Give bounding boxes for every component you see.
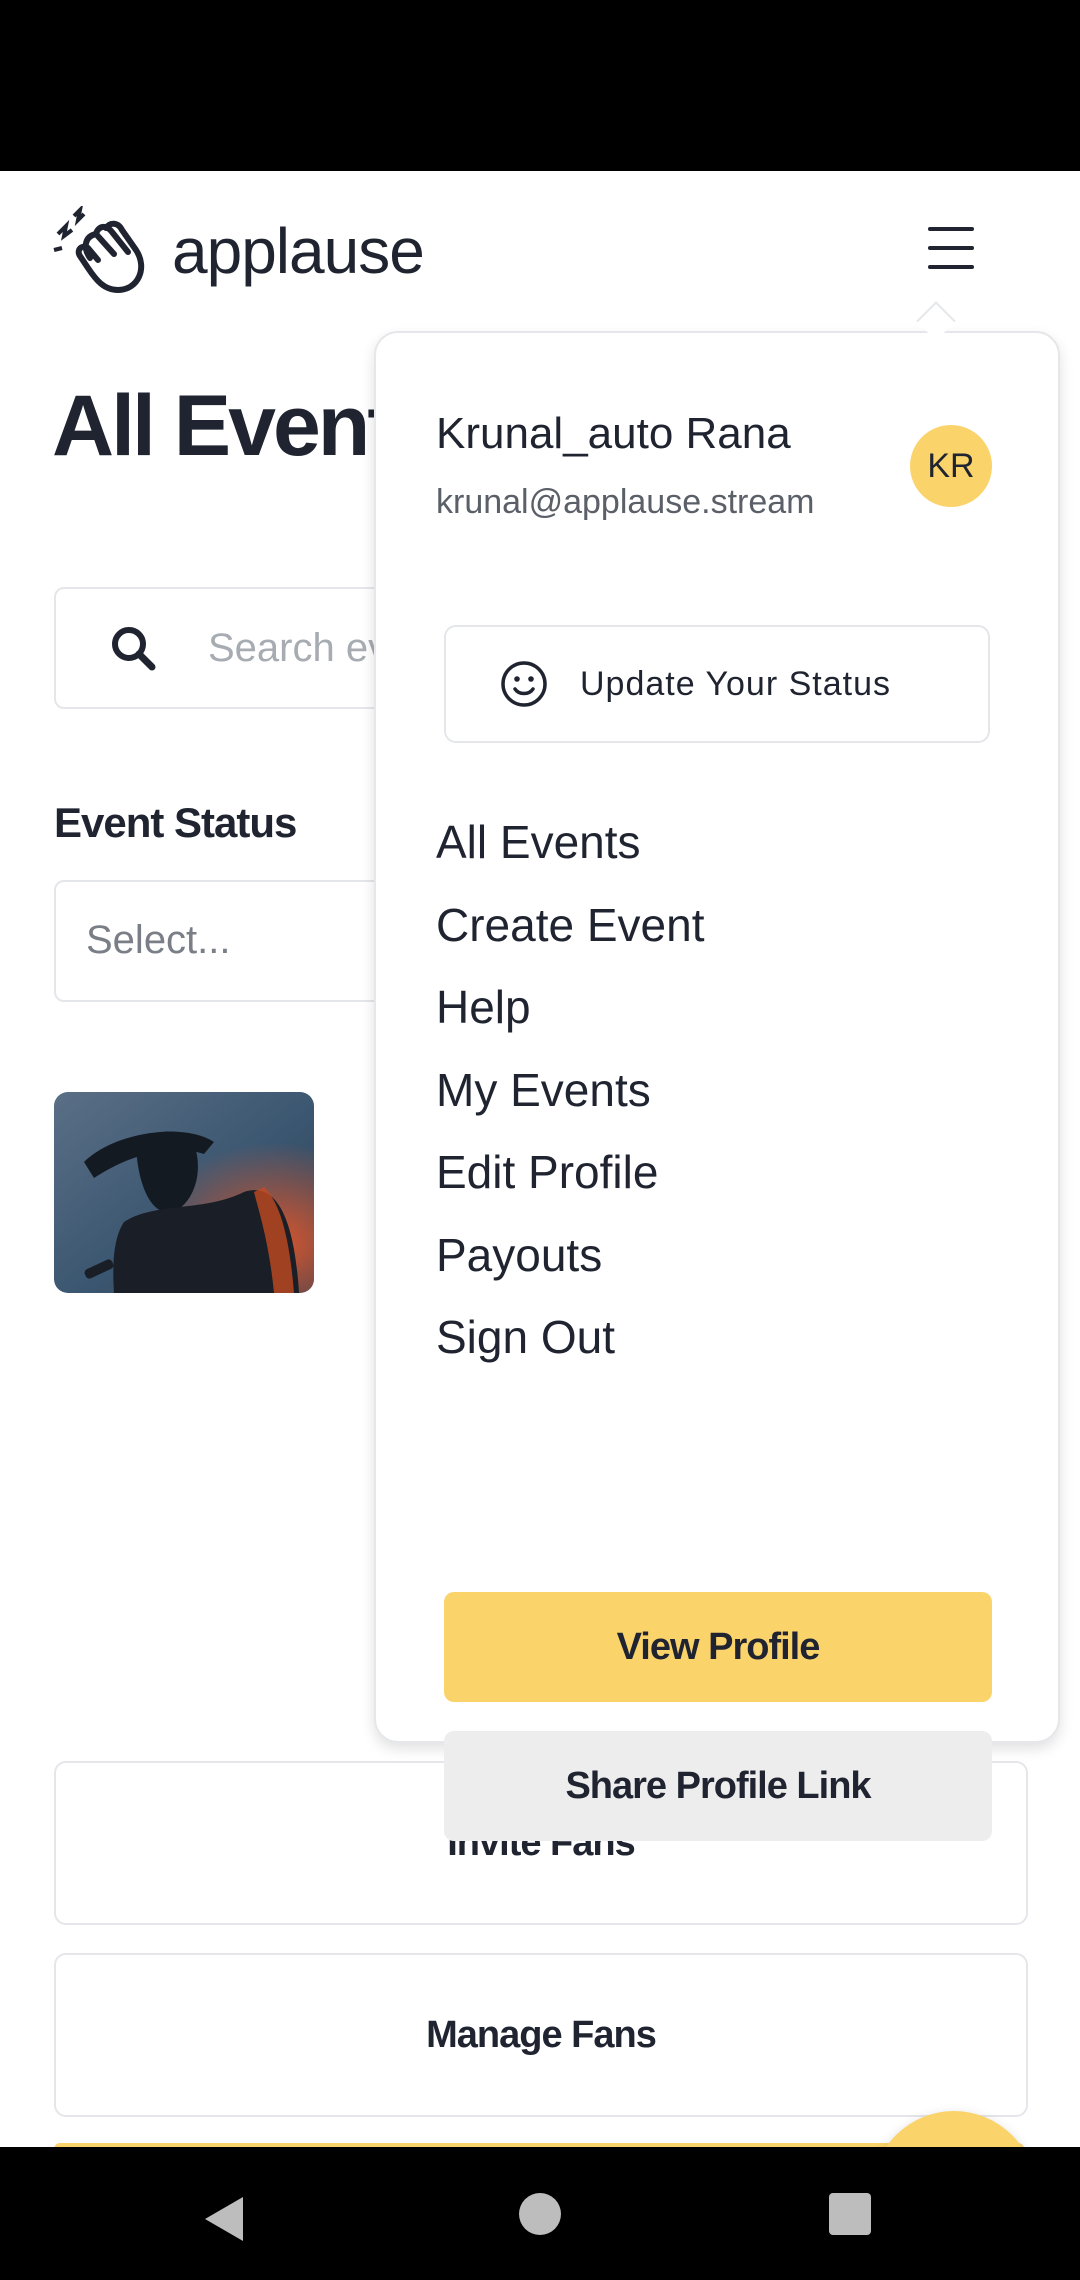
- event-status-label: Event Status: [54, 799, 297, 846]
- back-icon[interactable]: [205, 2197, 243, 2241]
- event-image: [54, 1092, 314, 1293]
- applause-logo[interactable]: applause: [52, 201, 425, 301]
- avatar[interactable]: KR: [910, 425, 992, 507]
- view-profile-button[interactable]: View Profile: [444, 1592, 992, 1702]
- hamburger-menu-button[interactable]: [918, 223, 984, 273]
- hamburger-icon: [928, 227, 974, 231]
- menu-item-create-event[interactable]: Create Event: [436, 884, 704, 967]
- menu-item-help[interactable]: Help: [436, 966, 704, 1049]
- app-screen: applause All Events Event Status Select.…: [0, 171, 1080, 2147]
- menu-item-all-events[interactable]: All Events: [436, 801, 704, 884]
- update-status-button[interactable]: Update Your Status: [444, 625, 990, 743]
- clapping-hands-icon: [53, 206, 145, 293]
- menu-item-edit-profile[interactable]: Edit Profile: [436, 1131, 704, 1214]
- user-email: krunal@applause.stream: [436, 483, 815, 521]
- event-thumbnail[interactable]: [54, 1092, 314, 1293]
- search-icon: [112, 627, 156, 671]
- chat-button[interactable]: [872, 2111, 1036, 2147]
- chat-bubbles-icon: [872, 2111, 1036, 2147]
- user-name: Krunal_auto Rana: [436, 409, 791, 458]
- smiley-icon: [501, 661, 547, 707]
- event-status-placeholder: Select...: [86, 918, 231, 962]
- logo-text: applause: [172, 215, 425, 287]
- manage-fans-button[interactable]: Manage Fans: [54, 1953, 1028, 2117]
- share-profile-link-button[interactable]: Share Profile Link: [444, 1731, 992, 1841]
- user-menu-dropdown: Krunal_auto Rana krunal@applause.stream …: [374, 331, 1060, 1841]
- menu-list: All Events Create Event Help My Events E…: [436, 801, 704, 1379]
- system-nav-bar: [0, 2147, 1080, 2280]
- status-bar: [0, 0, 1080, 171]
- menu-item-sign-out[interactable]: Sign Out: [436, 1296, 704, 1379]
- recent-apps-icon[interactable]: [829, 2193, 871, 2235]
- menu-item-payouts[interactable]: Payouts: [436, 1214, 704, 1297]
- home-icon[interactable]: [519, 2193, 561, 2235]
- menu-item-my-events[interactable]: My Events: [436, 1049, 704, 1132]
- update-status-label: Update Your Status: [580, 664, 892, 703]
